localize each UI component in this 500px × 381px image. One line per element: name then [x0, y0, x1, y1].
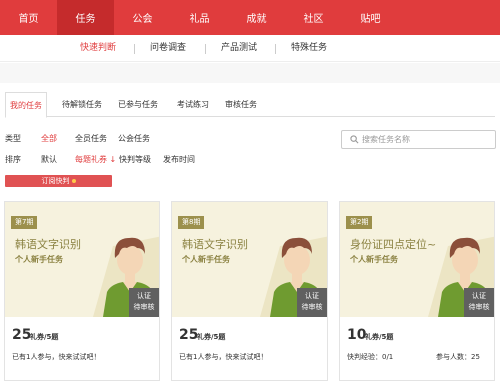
tab-joined-tasks[interactable]: 已参与任务 — [118, 92, 158, 117]
task-card[interactable]: 第2期 身份证四点定位~ 个人新手任务 认证 待审核 10 礼券/5题 快判经验… — [339, 201, 495, 381]
sort-label: 排序 — [5, 155, 21, 164]
subnav-product-test[interactable]: 产品测试 — [221, 35, 257, 62]
page-band — [0, 63, 500, 83]
task-title: 韩语文字识别 — [15, 238, 81, 251]
task-title: 身份证四点定位~ — [350, 238, 437, 251]
reward-value: 25 — [179, 327, 199, 343]
tab-my-tasks[interactable]: 我的任务 — [5, 92, 47, 118]
task-participants: 参与人数：25 — [436, 353, 480, 361]
notification-dot-icon — [71, 179, 76, 183]
task-card-banner: 第8期 韩语文字识别 个人新手任务 认证 待审核 — [172, 202, 327, 317]
sub-nav: 快速判断 问卷调查 产品测试 特殊任务 — [0, 35, 500, 62]
task-description: 快判经验：0/1 — [347, 353, 394, 361]
subnav-survey[interactable]: 问卷调查 — [150, 35, 186, 62]
reward-unit: 礼券/5题 — [365, 333, 394, 341]
period-badge: 第2期 — [346, 216, 373, 229]
reward-unit: 礼券/5题 — [197, 333, 226, 341]
badge-line-verify: 认证 — [472, 292, 486, 300]
badge-line-verify: 认证 — [137, 292, 151, 300]
reward-value: 10 — [347, 327, 367, 343]
task-subtitle: 个人新手任务 — [15, 255, 63, 264]
type-option-member[interactable]: 全员任务 — [75, 133, 107, 144]
task-card-banner: 第2期 身份证四点定位~ 个人新手任务 认证 待审核 — [340, 202, 494, 317]
subnav-divider — [134, 44, 135, 54]
status-badge: 认证 待审核 — [129, 288, 159, 317]
subnav-special-tasks[interactable]: 特殊任务 — [291, 35, 327, 62]
status-badge: 认证 待审核 — [464, 288, 494, 317]
subnav-divider — [275, 44, 276, 54]
task-search — [341, 130, 496, 149]
nav-community[interactable]: 社区 — [285, 0, 342, 35]
task-card-banner: 第7期 韩语文字识别 个人新手任务 认证 待审核 — [5, 202, 159, 317]
task-tabs: 我的任务 待解锁任务 已参与任务 考试练习 审核任务 — [5, 92, 495, 118]
sort-coupon-per-question[interactable]: 每题礼券 ↓ — [75, 154, 116, 165]
sort-level[interactable]: 快判等级 — [119, 154, 151, 165]
period-badge: 第7期 — [11, 216, 38, 229]
nav-tasks[interactable]: 任务 — [57, 0, 114, 35]
search-icon — [350, 135, 359, 144]
badge-line-verify: 认证 — [305, 292, 319, 300]
status-badge: 认证 待审核 — [297, 288, 327, 317]
nav-forum[interactable]: 贴吧 — [342, 0, 399, 35]
tab-exam-practice[interactable]: 考试练习 — [177, 92, 209, 117]
task-subtitle: 个人新手任务 — [350, 255, 398, 264]
nav-achievements[interactable]: 成就 — [228, 0, 285, 35]
task-title: 韩语文字识别 — [182, 238, 248, 251]
type-option-guild[interactable]: 公会任务 — [118, 133, 150, 144]
top-nav: 首页 任务 公会 礼品 成就 社区 贴吧 — [0, 0, 500, 35]
period-badge: 第8期 — [178, 216, 205, 229]
sort-publish-time[interactable]: 发布时间 — [163, 154, 195, 165]
nav-guild[interactable]: 公会 — [114, 0, 171, 35]
sort-default[interactable]: 默认 — [41, 154, 57, 165]
badge-line-pending: 待审核 — [301, 303, 323, 311]
task-description: 已有1人参与，快来试试吧！ — [179, 353, 268, 361]
reward-value: 25 — [12, 327, 32, 343]
nav-gifts[interactable]: 礼品 — [171, 0, 228, 35]
tab-review-tasks[interactable]: 审核任务 — [225, 92, 257, 117]
badge-line-pending: 待审核 — [468, 303, 490, 311]
type-option-all[interactable]: 全部 — [41, 133, 57, 144]
reward-unit: 礼券/5题 — [30, 333, 59, 341]
subscribe-button[interactable]: 订阅快判 — [5, 175, 112, 187]
type-label: 类型 — [5, 134, 21, 143]
nav-home[interactable]: 首页 — [0, 0, 57, 35]
subnav-divider — [205, 44, 206, 54]
subnav-quick-judge[interactable]: 快速判断 — [80, 35, 116, 62]
task-card[interactable]: 第8期 韩语文字识别 个人新手任务 认证 待审核 25 礼券/5题 已有1人参与… — [171, 201, 328, 381]
task-subtitle: 个人新手任务 — [182, 255, 230, 264]
badge-line-pending: 待审核 — [133, 303, 155, 311]
subscribe-label: 订阅快判 — [41, 177, 70, 185]
task-description: 已有1人参与，快来试试吧！ — [12, 353, 101, 361]
task-card[interactable]: 第7期 韩语文字识别 个人新手任务 认证 待审核 25 礼券/5题 已有1人参与… — [4, 201, 160, 381]
tab-locked-tasks[interactable]: 待解锁任务 — [62, 92, 102, 117]
search-input[interactable] — [362, 133, 490, 146]
